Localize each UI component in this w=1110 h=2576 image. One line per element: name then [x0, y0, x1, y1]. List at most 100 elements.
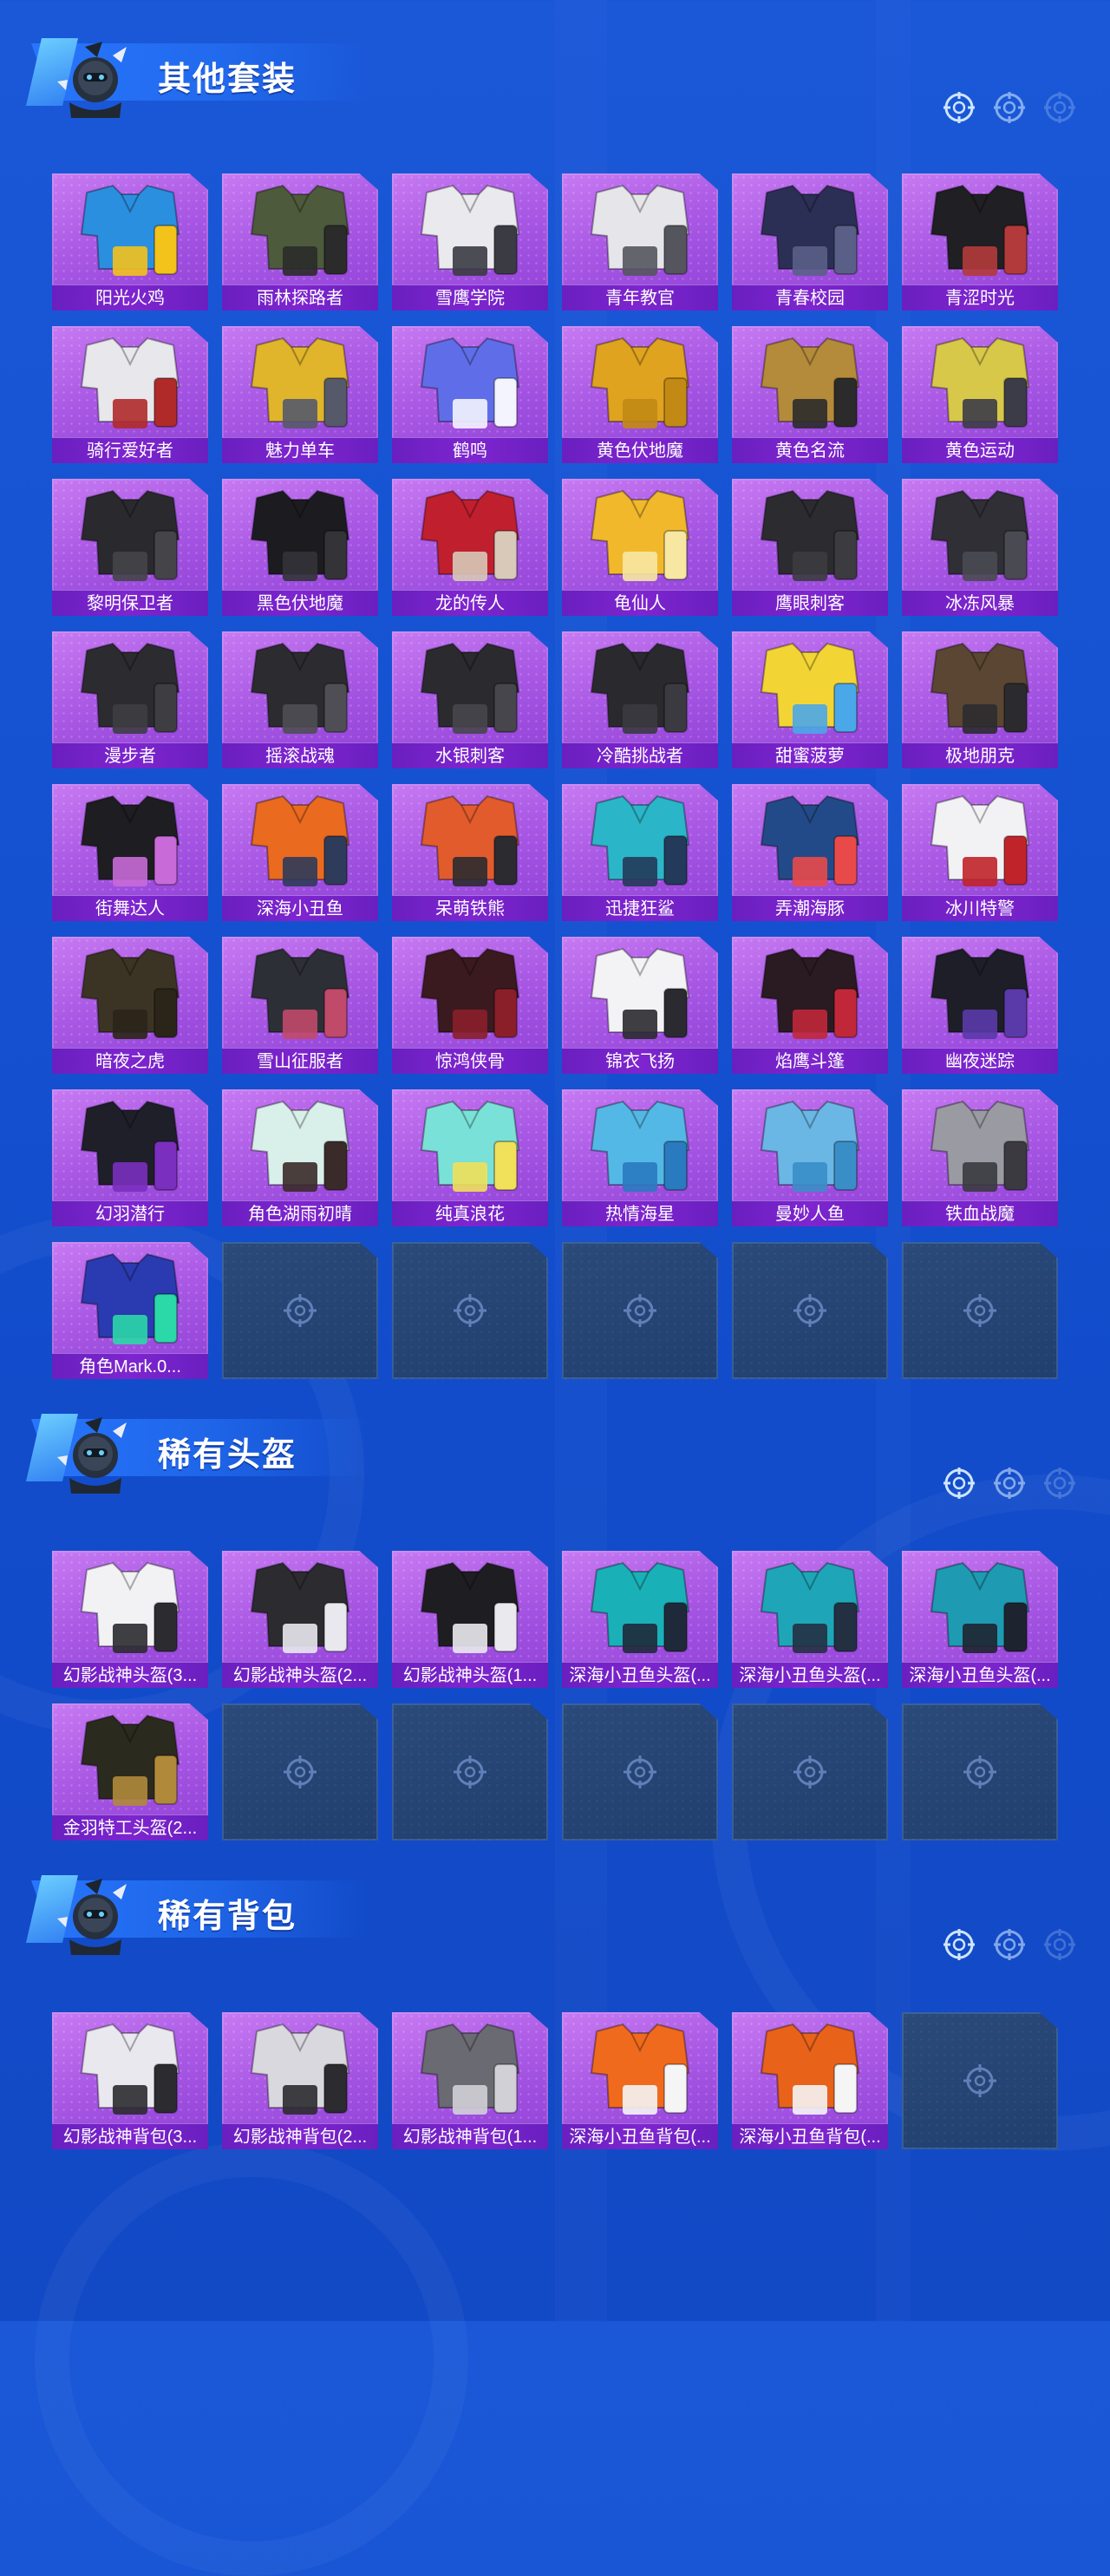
item-label: 幽夜迷踪	[902, 1048, 1058, 1074]
item-card[interactable]: 迅捷狂鲨	[562, 784, 718, 921]
item-grid: 阳光火鸡 雨林探路者 雪鹰学院 青年教官 青春校园 青涩时光骑行爱好者 魅力单车 鹤鸣 黄色伏地…	[52, 173, 1058, 1379]
item-card[interactable]: 黄色名流	[732, 326, 888, 463]
item-card[interactable]: 青春校园	[732, 173, 888, 311]
item-image	[590, 642, 690, 734]
item-label: 幻影战神背包(2...	[222, 2123, 378, 2149]
item-image	[80, 1100, 180, 1192]
item-label: 黑色伏地魔	[222, 590, 378, 616]
item-image	[930, 337, 1030, 428]
item-image	[420, 794, 520, 886]
item-card[interactable]: 纯真浪花	[392, 1089, 548, 1226]
crosshair-icon	[994, 92, 1025, 123]
item-image	[80, 642, 180, 734]
crosshair-icon	[454, 1755, 486, 1788]
item-card[interactable]: 角色Mark.0...	[52, 1242, 208, 1379]
item-card[interactable]: 龙的传人	[392, 479, 548, 616]
item-image	[590, 489, 690, 581]
item-card[interactable]: 深海小丑鱼	[222, 784, 378, 921]
item-card[interactable]: 骑行爱好者	[52, 326, 208, 463]
item-card[interactable]: 幻影战神背包(2...	[222, 2012, 378, 2149]
item-card[interactable]: 黄色伏地魔	[562, 326, 718, 463]
item-card[interactable]: 深海小丑鱼背包(...	[732, 2012, 888, 2149]
item-label: 深海小丑鱼头盔(...	[902, 1662, 1058, 1688]
item-card[interactable]: 青年教官	[562, 173, 718, 311]
item-card[interactable]: 鹤鸣	[392, 326, 548, 463]
item-card[interactable]: 幻羽潜行	[52, 1089, 208, 1226]
item-card[interactable]: 深海小丑鱼头盔(...	[562, 1551, 718, 1688]
item-card[interactable]: 幻影战神背包(3...	[52, 2012, 208, 2149]
mascot-icon	[57, 42, 127, 118]
item-image	[760, 2023, 860, 2115]
item-card[interactable]: 鹰眼刺客	[732, 479, 888, 616]
item-card[interactable]: 黄色运动	[902, 326, 1058, 463]
item-card[interactable]: 冷酷挑战者	[562, 631, 718, 768]
item-label: 深海小丑鱼	[222, 895, 378, 921]
item-card[interactable]: 街舞达人	[52, 784, 208, 921]
item-label: 冷酷挑战者	[562, 742, 718, 768]
mascot-icon	[57, 1879, 127, 1955]
item-card[interactable]: 黎明保卫者	[52, 479, 208, 616]
item-label: 青年教官	[562, 284, 718, 311]
item-label: 幻影战神背包(3...	[52, 2123, 208, 2149]
item-card[interactable]: 雪鹰学院	[392, 173, 548, 311]
item-image	[590, 947, 690, 1039]
crosshair-icon	[1044, 92, 1075, 123]
item-card[interactable]: 漫步者	[52, 631, 208, 768]
item-card[interactable]: 幻影战神头盔(2...	[222, 1551, 378, 1688]
item-label: 幻影战神头盔(1...	[392, 1662, 548, 1688]
item-card[interactable]: 幻影战神背包(1...	[392, 2012, 548, 2149]
item-label: 黎明保卫者	[52, 590, 208, 616]
item-card[interactable]: 焰鹰斗篷	[732, 937, 888, 1074]
empty-slot	[222, 1242, 378, 1379]
item-card[interactable]: 铁血战魔	[902, 1089, 1058, 1226]
item-card[interactable]: 弄潮海豚	[732, 784, 888, 921]
item-image	[250, 2023, 350, 2115]
crosshair-icon	[284, 1294, 317, 1327]
item-card[interactable]: 深海小丑鱼头盔(...	[902, 1551, 1058, 1688]
item-image	[250, 489, 350, 581]
item-card[interactable]: 暗夜之虎	[52, 937, 208, 1074]
item-label: 幻羽潜行	[52, 1200, 208, 1226]
section-helmets: 稀有头盔 幻影战神头盔(3... 幻影战神头盔(2... 幻影战神头盔(1... 深海…	[0, 1376, 1110, 1840]
item-card[interactable]: 极地朋克	[902, 631, 1058, 768]
item-image	[760, 337, 860, 428]
crosshair-icon	[963, 1294, 996, 1327]
item-card[interactable]: 幻影战神头盔(3...	[52, 1551, 208, 1688]
item-card[interactable]: 角色湖雨初晴	[222, 1089, 378, 1226]
item-image	[420, 2023, 520, 2115]
item-card[interactable]: 曼妙人鱼	[732, 1089, 888, 1226]
item-card[interactable]: 锦衣飞扬	[562, 937, 718, 1074]
empty-slot	[902, 1703, 1058, 1840]
item-card[interactable]: 阳光火鸡	[52, 173, 208, 311]
item-card[interactable]: 雪山征服者	[222, 937, 378, 1074]
item-card[interactable]: 雨林探路者	[222, 173, 378, 311]
item-label: 锦衣飞扬	[562, 1048, 718, 1074]
item-card[interactable]: 黑色伏地魔	[222, 479, 378, 616]
item-card[interactable]: 甜蜜菠萝	[732, 631, 888, 768]
item-label: 鹤鸣	[392, 437, 548, 463]
item-card[interactable]: 龟仙人	[562, 479, 718, 616]
item-card[interactable]: 热情海星	[562, 1089, 718, 1226]
item-label: 漫步者	[52, 742, 208, 768]
item-image	[420, 184, 520, 276]
item-card[interactable]: 幽夜迷踪	[902, 937, 1058, 1074]
crosshair-icon	[1044, 1468, 1075, 1499]
item-card[interactable]: 幻影战神头盔(1...	[392, 1551, 548, 1688]
empty-slot	[732, 1242, 888, 1379]
item-image	[930, 1100, 1030, 1192]
item-card[interactable]: 深海小丑鱼头盔(...	[732, 1551, 888, 1688]
item-card[interactable]: 金羽特工头盔(2...	[52, 1703, 208, 1840]
item-card[interactable]: 冰川特警	[902, 784, 1058, 921]
item-image	[250, 1561, 350, 1653]
item-card[interactable]: 魅力单车	[222, 326, 378, 463]
empty-slot	[392, 1703, 548, 1840]
empty-slot	[562, 1703, 718, 1840]
item-card[interactable]: 冰冻风暴	[902, 479, 1058, 616]
item-card[interactable]: 青涩时光	[902, 173, 1058, 311]
item-label: 魅力单车	[222, 437, 378, 463]
item-card[interactable]: 呆萌铁熊	[392, 784, 548, 921]
item-card[interactable]: 惊鸿侠骨	[392, 937, 548, 1074]
item-card[interactable]: 深海小丑鱼背包(...	[562, 2012, 718, 2149]
item-card[interactable]: 水银刺客	[392, 631, 548, 768]
item-card[interactable]: 摇滚战魂	[222, 631, 378, 768]
